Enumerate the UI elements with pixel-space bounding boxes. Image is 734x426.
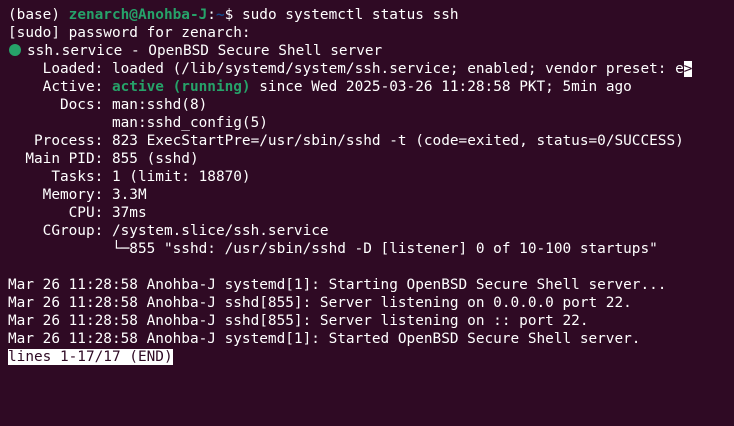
log-line: Mar 26 11:28:58 Anohba-J sshd[855]: Serv… (8, 295, 632, 311)
process-label: Process: (8, 133, 104, 149)
docs-value-1: man:sshd(8) (103, 97, 208, 113)
command-text: sudo systemctl status ssh (233, 7, 459, 23)
service-title-line: ssh.service - OpenBSD Secure Shell serve… (8, 42, 734, 60)
command-prompt-line: (base) zenarch@Anohba-J:~$ sudo systemct… (8, 6, 734, 24)
cgroup-line: CGroup: /system.slice/ssh.service (8, 222, 734, 240)
memory-label: Memory: (8, 187, 104, 203)
cpu-label: CPU: (8, 205, 104, 221)
loaded-value: loaded (/lib/systemd/system/ssh.service;… (103, 61, 684, 77)
truncation-marker: > (683, 61, 693, 77)
cgroup-value: /system.slice/ssh.service (103, 223, 329, 239)
memory-line: Memory: 3.3M (8, 186, 734, 204)
pager-status-line: lines 1-17/17 (END) (8, 348, 734, 366)
cpu-value: 37ms (103, 205, 147, 221)
cpu-line: CPU: 37ms (8, 204, 734, 222)
docs-line: Docs: man:sshd(8) (8, 96, 734, 114)
active-line: Active: active (running) since Wed 2025-… (8, 78, 734, 96)
main-pid-line: Main PID: 855 (sshd) (8, 150, 734, 168)
log-line: Mar 26 11:28:58 Anohba-J systemd[1]: Sta… (8, 331, 641, 347)
log-line: Mar 26 11:28:58 Anohba-J sshd[855]: Serv… (8, 313, 589, 329)
current-path: ~ (215, 7, 225, 23)
loaded-line: Loaded: loaded (/lib/systemd/system/ssh.… (8, 60, 734, 78)
docs-line-2: man:sshd_config(5) (8, 115, 268, 131)
active-label: Active: (8, 79, 104, 95)
main-pid-value: 855 (sshd) (103, 151, 199, 167)
terminal-window[interactable]: (base) zenarch@Anohba-J:~$ sudo systemct… (0, 0, 734, 426)
tasks-value: 1 (limit: 18870) (103, 169, 251, 185)
pager-status: lines 1-17/17 (END) (8, 349, 173, 365)
memory-value: 3.3M (103, 187, 147, 203)
active-state: active (running) (103, 79, 251, 95)
prompt-separator: : (207, 7, 216, 23)
tasks-line: Tasks: 1 (limit: 18870) (8, 168, 734, 186)
prompt-symbol: $ (224, 7, 234, 23)
loaded-label: Loaded: (8, 61, 104, 77)
main-pid-label: Main PID: (8, 151, 104, 167)
docs-label: Docs: (8, 97, 104, 113)
service-title: ssh.service - OpenBSD Secure Shell serve… (27, 43, 383, 59)
conda-env: (base) (8, 7, 60, 23)
status-dot-icon (9, 44, 21, 56)
process-line: Process: 823 ExecStartPre=/usr/sbin/sshd… (8, 132, 734, 150)
log-line: Mar 26 11:28:58 Anohba-J systemd[1]: Sta… (8, 277, 667, 293)
cgroup-child-line: └─855 "sshd: /usr/sbin/sshd -D [listener… (8, 241, 658, 257)
active-since: since Wed 2025-03-26 11:28:58 PKT; 5min … (250, 79, 632, 95)
tasks-label: Tasks: (8, 169, 104, 185)
process-value: 823 ExecStartPre=/usr/sbin/sshd -t (code… (103, 133, 684, 149)
sudo-password-prompt: [sudo] password for zenarch: (8, 25, 251, 41)
cgroup-label: CGroup: (8, 223, 104, 239)
user-host: zenarch@Anohba-J (68, 7, 208, 23)
